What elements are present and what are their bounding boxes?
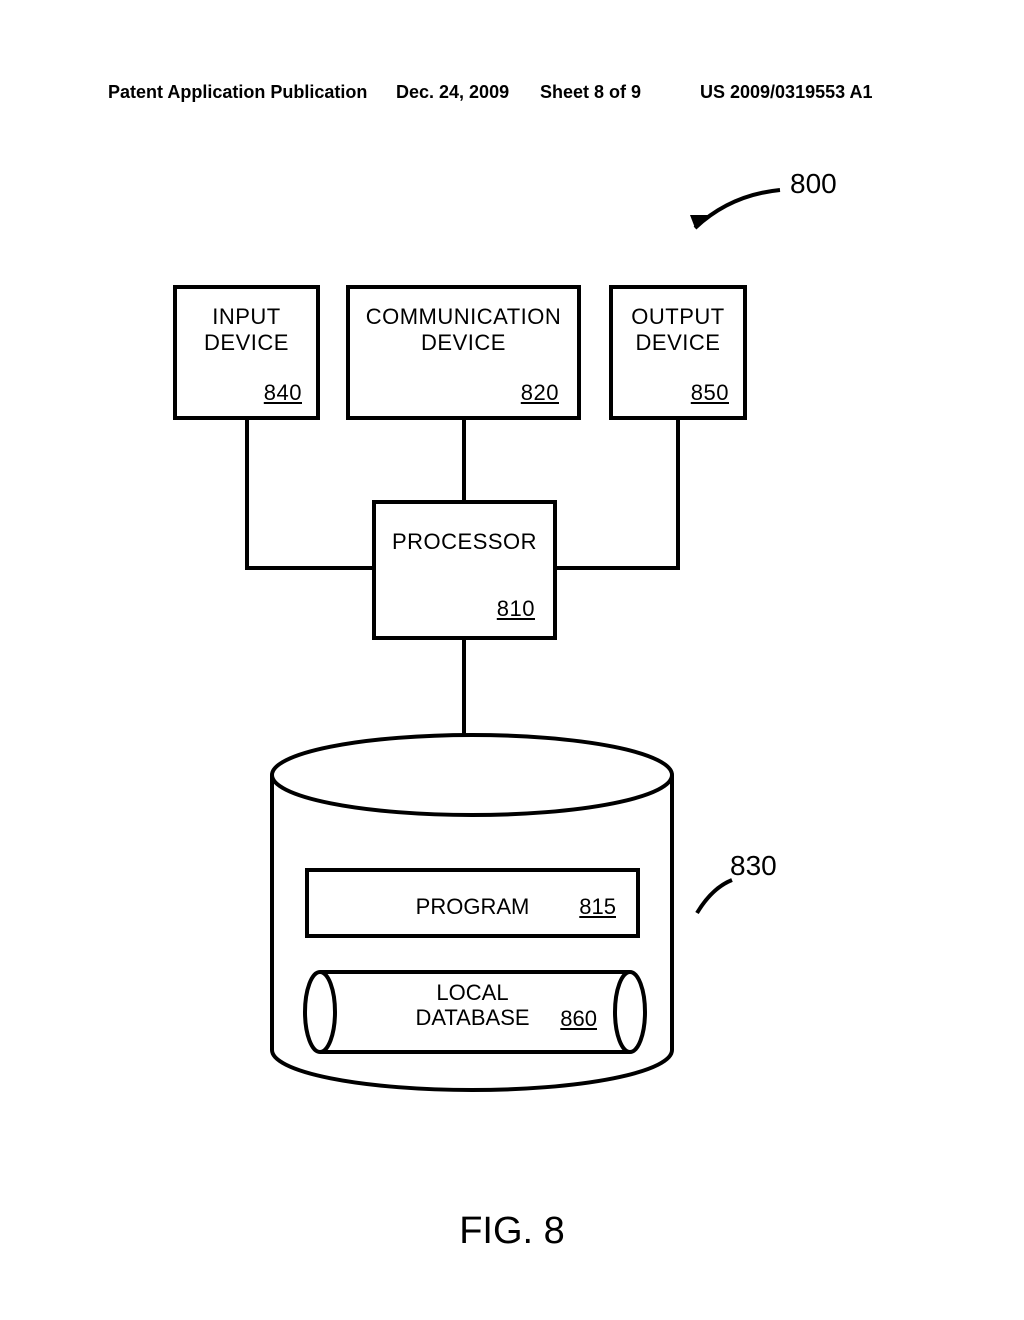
connector-input-vertical: [245, 420, 249, 570]
communication-device-block: COMMUNICATION DEVICE 820: [346, 285, 581, 420]
program-block: PROGRAM 815: [305, 868, 640, 938]
leader-hook-icon: [692, 878, 742, 918]
block-diagram: 800 INPUT DEVICE 840 COMMUNICATION DEVIC…: [0, 150, 1024, 1250]
leader-arrow-icon: [680, 180, 800, 240]
processor-label: PROCESSOR: [376, 529, 553, 555]
processor-block: PROCESSOR 810: [372, 500, 557, 640]
local-database-label-line1: LOCAL: [436, 980, 508, 1005]
header-date: Dec. 24, 2009: [396, 82, 509, 103]
output-device-label-line1: OUTPUT: [631, 304, 724, 329]
local-database-refnum: 860: [560, 1006, 597, 1032]
program-refnum: 815: [579, 894, 616, 920]
comm-device-label-line1: COMMUNICATION: [366, 304, 562, 329]
output-device-refnum: 850: [691, 380, 729, 406]
header-publication-type: Patent Application Publication: [108, 82, 367, 103]
input-device-label-line1: INPUT: [212, 304, 281, 329]
connector-output-vertical: [676, 420, 680, 570]
comm-device-refnum: 820: [521, 380, 559, 406]
header-publication-number: US 2009/0319553 A1: [700, 82, 872, 103]
page: Patent Application Publication Dec. 24, …: [0, 0, 1024, 1320]
input-device-label-line2: DEVICE: [204, 330, 289, 355]
input-device-refnum: 840: [264, 380, 302, 406]
connector-input-horizontal: [245, 566, 376, 570]
local-database-label-line2: DATABASE: [415, 1005, 529, 1030]
processor-refnum: 810: [497, 596, 535, 622]
connector-comm-to-processor: [462, 420, 466, 504]
connector-output-horizontal: [553, 566, 680, 570]
figure-caption: FIG. 8: [0, 1210, 1024, 1253]
input-device-block: INPUT DEVICE 840: [173, 285, 320, 420]
header-sheet: Sheet 8 of 9: [540, 82, 641, 103]
comm-device-label-line2: DEVICE: [421, 330, 506, 355]
output-device-label-line2: DEVICE: [636, 330, 721, 355]
output-device-block: OUTPUT DEVICE 850: [609, 285, 747, 420]
